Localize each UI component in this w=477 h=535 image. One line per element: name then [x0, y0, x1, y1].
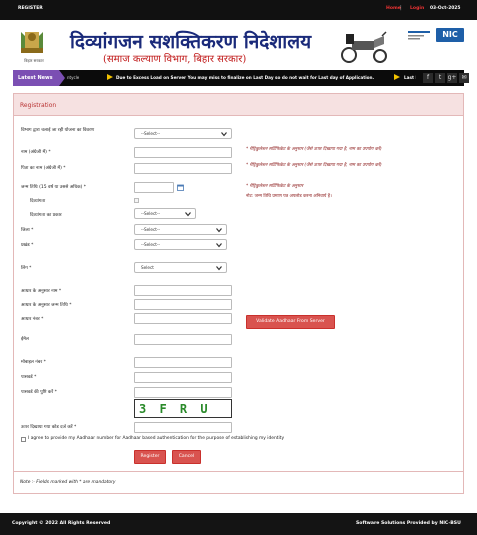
login-link[interactable]: Login — [410, 6, 424, 11]
chevron-down-icon — [216, 228, 222, 233]
scheme-label: विभाग द्वारा चलाई जा रही योजना का विवरण — [21, 128, 95, 133]
news-label-tail — [59, 70, 65, 86]
panel-title: Registration — [20, 102, 57, 109]
registration-panel: Registration विभाग द्वारा चलाई जा रही यो… — [13, 93, 464, 494]
chevron-down-icon — [185, 212, 191, 217]
father-name-hint: * मैट्रिकुलेशन सर्टिफिकेट के अनुसार (जैस… — [246, 163, 382, 168]
district-label: जिला * — [21, 228, 34, 233]
aadhaar-name-label: आधार के अनुसार नाम * — [21, 289, 62, 294]
register-button[interactable]: Register — [134, 450, 166, 464]
google-plus-icon[interactable]: g+ — [447, 73, 457, 83]
captcha-input[interactable] — [134, 422, 232, 433]
top-separator: | — [400, 5, 402, 11]
site-footer: Copyright © 2022 All Rights Reserved Sof… — [0, 513, 477, 535]
news-ticker-text[interactable]: Due to Excess Load on Server You may mis… — [116, 75, 374, 80]
news-arrow-icon — [107, 74, 113, 80]
father-name-label: पिता का नाम (अंग्रेजी में) * — [21, 166, 66, 171]
captcha-image: 3 F R U — [134, 399, 232, 418]
top-bar: REGISTER Home | Login 03-Oct-2025 — [0, 0, 477, 20]
mandatory-note: Note :- Fields marked with * are mandato… — [20, 480, 116, 485]
latest-news-bar: Latest News ntycle Due to Excess Load on… — [13, 70, 469, 86]
email-label: ईमेल — [21, 337, 29, 342]
email-input[interactable] — [134, 334, 232, 345]
password-input[interactable] — [134, 372, 232, 383]
aadhaar-name-input[interactable] — [134, 285, 232, 296]
dob-label: जन्म तिथि (15 वर्ष या उससे अधिक) * — [21, 185, 86, 190]
district-select[interactable]: --Select-- — [134, 224, 227, 235]
emblem-caption: बिहार सरकार — [24, 58, 44, 63]
dob-note: नोट: जन्म तिथि प्रमाण पत्र अपलोड करना अन… — [246, 194, 332, 199]
latest-news-label: Latest News — [13, 70, 59, 86]
confirm-password-label: पासवर्ड की पुष्टि करें * — [21, 390, 57, 395]
home-link[interactable]: Home — [386, 6, 401, 11]
captcha-text: 3 F R U — [139, 402, 211, 416]
scheme-select-value: --Select-- — [141, 131, 160, 136]
note-divider — [14, 471, 463, 472]
confirm-password-input[interactable] — [134, 387, 232, 398]
aadhaar-consent-checkbox[interactable] — [21, 437, 26, 442]
disability-type-value: --Select-- — [141, 211, 160, 216]
facebook-icon[interactable]: f — [423, 73, 433, 83]
district-select-value: --Select-- — [141, 227, 160, 232]
disability-type-label: दिव्यांगता का प्रकार — [30, 213, 62, 218]
father-name-input[interactable] — [134, 163, 232, 174]
chevron-down-icon — [216, 243, 222, 248]
name-hint: * मैट्रिकुलेशन सर्टिफिकेट के अनुसार (जैस… — [246, 147, 382, 152]
aadhaar-consent-label: I agree to provide my Aadhaar number for… — [28, 436, 285, 441]
name-label: नाम (अंग्रेजी में) * — [21, 150, 51, 155]
news-ticker-text-next[interactable]: Last Da — [404, 75, 416, 80]
site-header: बिहार सरकार दिव्यांगजन सशक्तिकरण निदेशाल… — [0, 20, 477, 70]
disability-label: दिव्यांगता — [30, 199, 46, 204]
panel-header: Registration — [14, 94, 463, 116]
password-label: पासवर्ड * — [21, 375, 37, 380]
block-select[interactable]: --Select-- — [134, 239, 227, 250]
dob-input[interactable] — [134, 182, 174, 193]
provider-text: Software Solutions Provided by NIC-BSU — [356, 521, 461, 526]
aadhaar-number-input[interactable] — [134, 313, 232, 324]
dob-hint: * मैट्रिकुलेशन सर्टिफिकेट के अनुसार — [246, 184, 304, 189]
department-logo-icon — [407, 29, 431, 41]
current-date: 03-Oct-2025 — [430, 6, 461, 11]
validate-aadhaar-button[interactable]: Validate Aadhaar From Server — [246, 315, 335, 329]
mobile-label: मोबाइल नंबर * — [21, 360, 46, 365]
captcha-input-label: ऊपर दिखाया गया कोड दर्ज करें * — [21, 425, 77, 430]
aadhaar-number-label: आधार नंबर * — [21, 317, 44, 322]
chevron-down-icon — [216, 266, 222, 271]
site-subtitle: (समाज कल्याण विभाग, बिहार सरकार) — [103, 54, 247, 65]
aadhaar-dob-input[interactable] — [134, 299, 232, 310]
gender-select-value: Select — [141, 265, 154, 270]
calendar-icon[interactable] — [177, 184, 184, 191]
block-select-value: --Select-- — [141, 242, 160, 247]
aadhaar-dob-label: आधार के अनुसार जन्म तिथि * — [21, 303, 72, 308]
news-arrow-icon — [394, 74, 400, 80]
disability-type-select[interactable]: --Select-- — [134, 208, 196, 219]
scheme-select[interactable]: --Select-- — [134, 128, 232, 139]
news-ticker-prefix: ntycle — [67, 75, 80, 80]
cancel-button[interactable]: Cancel — [172, 450, 201, 464]
wheelchair-scooter-icon — [341, 31, 387, 63]
gender-label: लिंग * — [21, 266, 32, 271]
name-input[interactable] — [134, 147, 232, 158]
copyright-text: Copyright © 2022 All Rights Reserved — [12, 521, 111, 526]
gender-select[interactable]: Select — [134, 262, 227, 273]
register-link[interactable]: REGISTER — [18, 6, 43, 11]
mobile-input[interactable] — [134, 357, 232, 368]
nic-logo: NIC — [436, 28, 464, 42]
email-icon[interactable]: ✉ — [459, 73, 469, 83]
state-emblem-icon — [21, 32, 43, 53]
chevron-down-icon — [221, 132, 227, 137]
disability-checkbox[interactable] — [134, 198, 139, 203]
twitter-icon[interactable]: t — [435, 73, 445, 83]
block-label: प्रखंड * — [21, 243, 34, 248]
